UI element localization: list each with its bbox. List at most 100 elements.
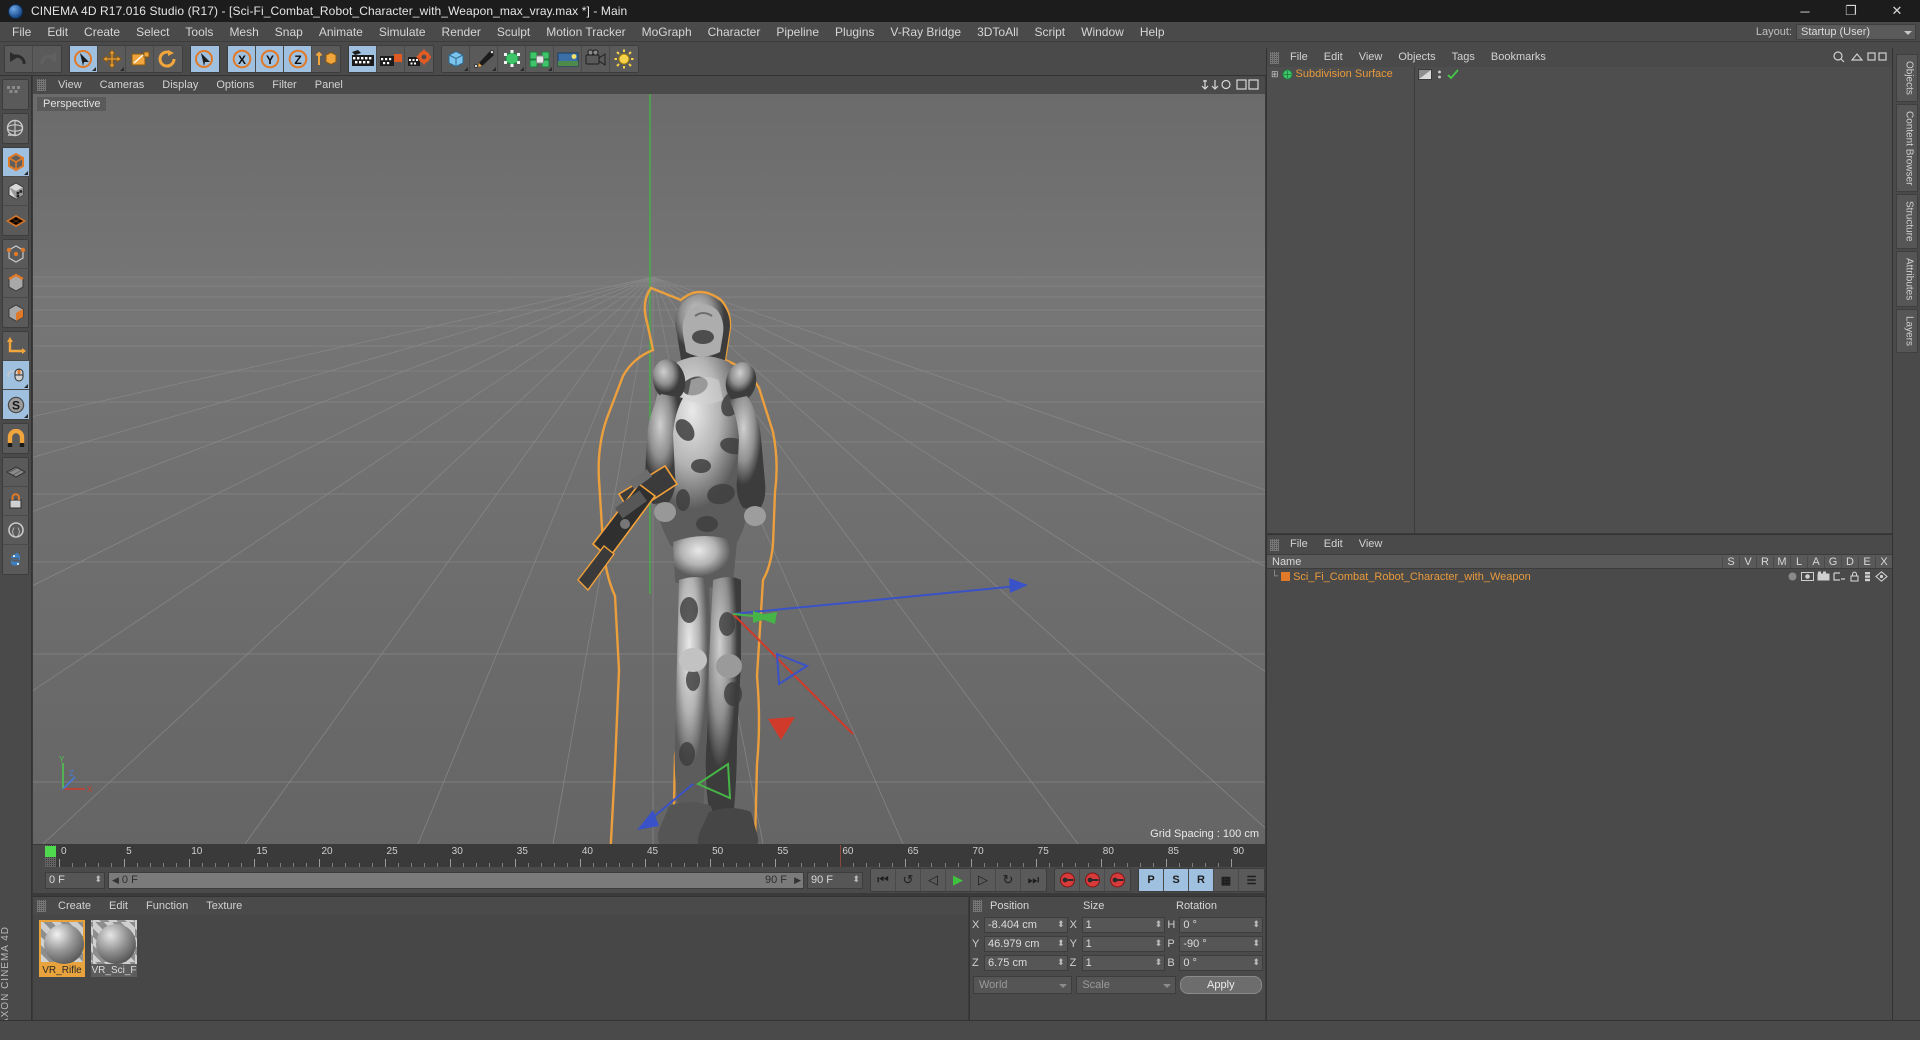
- object-row-subdivision-surface[interactable]: ⊞ Subdivision Surface: [1267, 67, 1414, 81]
- menu-item-3dtoall[interactable]: 3DToAll: [969, 22, 1026, 42]
- dropdown-triangle-icon[interactable]: [92, 66, 96, 71]
- rotation-key-button[interactable]: R: [1189, 869, 1214, 891]
- menu-item-edit[interactable]: Edit: [39, 22, 76, 42]
- range-left-handle-icon[interactable]: ◀: [112, 875, 119, 886]
- viewport-layout-icons[interactable]: [1199, 79, 1259, 95]
- view-toggle-icon[interactable]: [1801, 571, 1814, 582]
- viewport-menu-panel[interactable]: Panel: [306, 76, 352, 94]
- menu-item-motion-tracker[interactable]: Motion Tracker: [538, 22, 633, 42]
- layer-table-row[interactable]: └ Sci_Fi_Combat_Robot_Character_with_Wea…: [1267, 569, 1892, 584]
- material-thumbnail[interactable]: [91, 920, 137, 964]
- redo-button[interactable]: [33, 46, 61, 72]
- add-light-button[interactable]: [610, 46, 638, 72]
- autokeying-button[interactable]: [1080, 869, 1105, 891]
- object-menu-view[interactable]: View: [1351, 48, 1391, 67]
- current-frame-field[interactable]: 0 F: [45, 871, 105, 889]
- layout-select[interactable]: Startup (User): [1796, 24, 1916, 40]
- end-frame-field[interactable]: 90 F: [807, 871, 863, 889]
- global-axis-button[interactable]: [3, 114, 29, 143]
- scale-key-button[interactable]: S: [1164, 869, 1189, 891]
- viewport-menu-display[interactable]: Display: [153, 76, 207, 94]
- record-active-objects-button[interactable]: [1055, 869, 1080, 891]
- points-mode-button[interactable]: [3, 240, 29, 269]
- coordinate-mode-select[interactable]: Scale: [1076, 976, 1176, 994]
- play-backward-button[interactable]: ↺: [896, 869, 921, 891]
- dropdown-triangle-icon[interactable]: [520, 66, 524, 71]
- material-menu-function[interactable]: Function: [137, 897, 197, 915]
- add-generator-button[interactable]: [498, 45, 526, 72]
- menu-item-pipeline[interactable]: Pipeline: [768, 22, 827, 42]
- menu-item-simulate[interactable]: Simulate: [371, 22, 434, 42]
- coordinate-system-select[interactable]: World: [973, 976, 1073, 994]
- coordinates-position-input[interactable]: 6.75 cm: [984, 954, 1068, 971]
- add-environment-button[interactable]: [554, 45, 582, 72]
- coordinates-rotation-input[interactable]: 0 °: [1179, 954, 1264, 971]
- python-script-button[interactable]: [3, 545, 29, 574]
- tab-layers[interactable]: Layers: [1895, 309, 1918, 354]
- material-item[interactable]: VR_Rifle: [39, 920, 85, 977]
- minimize-button[interactable]: ─: [1782, 0, 1828, 22]
- dropdown-triangle-icon[interactable]: [492, 66, 496, 71]
- generator-toggle-icon[interactable]: [1875, 571, 1888, 582]
- add-cube-button[interactable]: [442, 45, 470, 72]
- attribute-menu-edit[interactable]: Edit: [1316, 535, 1351, 554]
- timeline-range-bar[interactable]: ◀ 0 F 90 F ▶: [108, 871, 804, 889]
- menu-item-sculpt[interactable]: Sculpt: [489, 22, 538, 42]
- tab-structure[interactable]: Structure: [1895, 194, 1918, 249]
- material-menu-texture[interactable]: Texture: [197, 897, 251, 915]
- apply-button[interactable]: Apply: [1179, 976, 1262, 994]
- close-button[interactable]: ✕: [1874, 0, 1920, 22]
- material-menu-edit[interactable]: Edit: [100, 897, 137, 915]
- menu-item-script[interactable]: Script: [1026, 22, 1073, 42]
- object-menu-file[interactable]: File: [1282, 48, 1316, 67]
- X-button[interactable]: X: [228, 45, 256, 72]
- coordinates-rotation-input[interactable]: 0 °: [1179, 916, 1264, 933]
- menu-item-animate[interactable]: Animate: [311, 22, 371, 42]
- visibility-dots-icon[interactable]: [1435, 69, 1444, 80]
- menu-item-plugins[interactable]: Plugins: [827, 22, 882, 42]
- render-toggle-icon[interactable]: [1817, 571, 1830, 582]
- keyframe-selection-button[interactable]: [1105, 869, 1130, 891]
- coordinates-position-input[interactable]: -8.404 cm: [984, 916, 1068, 933]
- tab-content-browser[interactable]: Content Browser: [1895, 103, 1918, 193]
- viewport-canvas[interactable]: Perspective Y X Z Grid Spacing: 100 cm: [33, 94, 1265, 844]
- menu-item-mesh[interactable]: Mesh: [221, 22, 266, 42]
- enable-axis-button[interactable]: [3, 361, 29, 390]
- menu-item-render[interactable]: Render: [434, 22, 489, 42]
- soft-selection-button[interactable]: S: [3, 390, 29, 419]
- dropdown-triangle-icon[interactable]: [24, 171, 28, 175]
- coordinates-size-input[interactable]: 1: [1081, 916, 1166, 933]
- coordinates-size-input[interactable]: 1: [1081, 954, 1166, 971]
- attribute-menu-view[interactable]: View: [1351, 535, 1391, 554]
- manager-toggle-icon[interactable]: [1833, 571, 1846, 582]
- make-editable-button[interactable]: [3, 148, 29, 177]
- dropdown-triangle-icon[interactable]: [464, 66, 468, 71]
- render-view-button[interactable]: [349, 45, 377, 72]
- lock-workplane-button[interactable]: [3, 487, 29, 516]
- panel-grip-icon[interactable]: [37, 900, 46, 912]
- dropdown-triangle-icon[interactable]: [548, 66, 552, 71]
- material-menu-create[interactable]: Create: [49, 897, 100, 915]
- move-button[interactable]: [98, 45, 126, 72]
- menu-item-snap[interactable]: Snap: [267, 22, 311, 42]
- coordinates-rotation-input[interactable]: -90 °: [1179, 935, 1264, 952]
- menu-item-character[interactable]: Character: [700, 22, 769, 42]
- menu-item-select[interactable]: Select: [128, 22, 177, 42]
- go-to-start-button[interactable]: ⏮: [871, 869, 896, 891]
- render-settings-button[interactable]: [405, 46, 433, 72]
- panel-grip-icon[interactable]: [37, 79, 46, 91]
- loop-button[interactable]: ↻: [996, 869, 1021, 891]
- menu-item-mograph[interactable]: MoGraph: [634, 22, 700, 42]
- position-key-button[interactable]: P: [1139, 869, 1164, 891]
- menu-item-window[interactable]: Window: [1073, 22, 1132, 42]
- Y-button[interactable]: Y: [256, 45, 284, 72]
- timeline-ruler[interactable]: 0 5 10 15 20 25 30 35 40 45 50 55 60 65 70 75 80 85 90: [45, 845, 1265, 867]
- material-item[interactable]: VR_Sci_F: [91, 920, 137, 977]
- object-manager-body[interactable]: ⊞ Subdivision Surface: [1267, 67, 1892, 533]
- select-button[interactable]: [191, 45, 219, 72]
- range-right-handle-icon[interactable]: ▶: [794, 875, 801, 886]
- object-menu-tags[interactable]: Tags: [1444, 48, 1483, 67]
- param-key-button[interactable]: ▦: [1214, 869, 1239, 891]
- layer-color-swatch[interactable]: [1281, 572, 1291, 581]
- phong-tag-icon[interactable]: [1418, 68, 1432, 80]
